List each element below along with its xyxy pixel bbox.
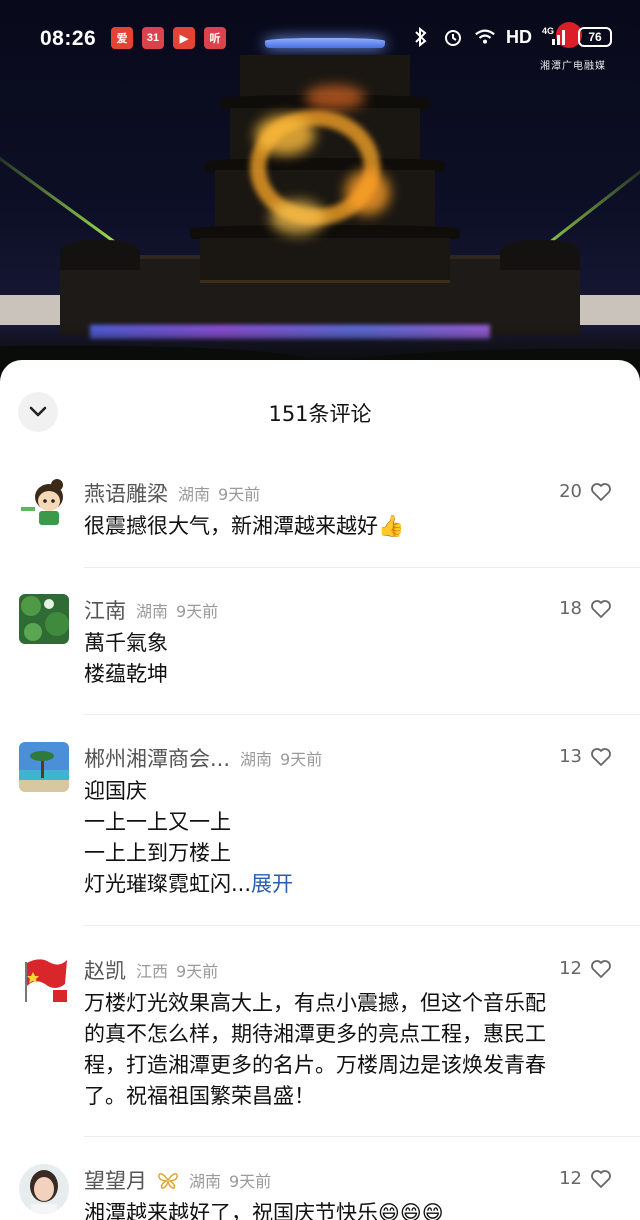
- lotus-avatar[interactable]: [19, 594, 69, 644]
- flag-avatar[interactable]: [19, 954, 69, 1004]
- watermark: 湘潭广电融媒: [540, 61, 606, 72]
- comment-line: 湘潭越来越好了，祝国庆节快乐😄😄😄: [84, 1201, 444, 1220]
- status-bar: 08:26 爱 31 ▶ 听 HD 4G 76 湘潭广电融媒: [0, 0, 640, 80]
- comment-sheet-header: 151条评论: [0, 360, 640, 460]
- expand-link[interactable]: 展开: [251, 872, 293, 896]
- comment-time: 9天前: [218, 485, 261, 504]
- comment-meta: 望望月 湖南 9天前: [84, 1162, 612, 1198]
- comment-item[interactable]: 郴州湘潭商会... 湖南 9天前 13 迎国庆 一上一上又一上 一上上到万楼上 …: [0, 740, 640, 900]
- cartoon-girl-avatar[interactable]: [19, 477, 69, 527]
- beach-avatar[interactable]: [19, 742, 69, 792]
- cell-label: 4G: [542, 26, 555, 36]
- commenter-location: 湖南: [136, 602, 169, 621]
- comment-text: 很震撼很大气，新湘潭越来越好👍: [84, 511, 612, 542]
- heart-icon: [591, 599, 611, 618]
- comment-text: 迎国庆 一上一上又一上 一上上到万楼上 灯光璀璨霓虹闪...展开: [84, 776, 612, 900]
- like-button[interactable]: 12: [559, 1168, 612, 1189]
- comment-meta: 郴州湘潭商会... 湖南 9天前: [84, 740, 612, 776]
- comment-line: 萬千氣象: [84, 631, 168, 655]
- comment-line: 灯光璀璨霓虹闪...: [84, 872, 252, 896]
- wifi-icon: [474, 26, 496, 48]
- like-count: 20: [559, 481, 582, 502]
- comment-time: 9天前: [229, 1172, 272, 1191]
- heart-icon: [591, 959, 611, 978]
- side-building-left: [0, 295, 60, 325]
- commenter-name[interactable]: 燕语雕梁: [84, 478, 168, 508]
- comment-line: 楼蕴乾坤: [84, 662, 168, 686]
- video-frame[interactable]: 08:26 爱 31 ▶ 听 HD 4G 76 湘潭广电融媒: [0, 0, 640, 380]
- comment-count-title: 151条评论: [268, 402, 372, 426]
- laser-beam-left: [0, 150, 129, 253]
- comment-meta: 赵凯 江西 9天前: [84, 952, 612, 988]
- battery-icon: 76: [578, 27, 612, 47]
- comment-time: 9天前: [176, 962, 219, 981]
- comment-sheet: 151条评论 燕语雕梁 湖南 9天前 20 很震撼很大气，新湘潭越来越好👍 江南…: [0, 360, 640, 1220]
- comment-time: 9天前: [176, 602, 219, 621]
- comment-line: 一上一上又一上: [84, 810, 231, 834]
- butterfly-badge-icon: [157, 1171, 179, 1189]
- comment-item[interactable]: 望望月 湖南 9天前 12 湘潭越来越好了，祝国庆节快乐😄😄😄: [0, 1162, 640, 1220]
- comment-line: 万楼灯光效果高大上，有点小震撼，但这个音乐配: [84, 991, 546, 1015]
- commenter-location: 湖南: [178, 485, 211, 504]
- comment-text: 湘潭越来越好了，祝国庆节快乐😄😄😄: [84, 1198, 612, 1220]
- wing-roof-left: [60, 240, 140, 270]
- bluetooth-icon: [410, 26, 432, 48]
- like-count: 12: [559, 1168, 582, 1189]
- commenter-name[interactable]: 江南: [84, 595, 126, 625]
- comment-text: 万楼灯光效果高大上，有点小震撼，但这个音乐配 的真不怎么样，期待湘潭更多的亮点工…: [84, 988, 612, 1112]
- listen-notification-icon: 听: [204, 27, 226, 49]
- side-building-right: [575, 295, 640, 325]
- like-count: 13: [559, 746, 582, 767]
- commenter-location: 江西: [136, 962, 169, 981]
- comment-time: 9天前: [280, 750, 323, 769]
- clock: 08:26: [40, 27, 97, 50]
- hd-label: HD: [506, 26, 532, 47]
- comment-meta: 燕语雕梁 湖南 9天前: [84, 475, 612, 511]
- commenter-name[interactable]: 郴州湘潭商会...: [84, 743, 230, 773]
- commenter-name[interactable]: 赵凯: [84, 955, 126, 985]
- comment-item[interactable]: 赵凯 江西 9天前 12 万楼灯光效果高大上，有点小震撼，但这个音乐配 的真不怎…: [0, 952, 640, 1112]
- divider: [84, 567, 640, 568]
- video-notification-icon: ▶: [173, 27, 195, 49]
- divider: [84, 714, 640, 715]
- system-indicators: HD 4G 76: [410, 26, 612, 48]
- cell-signal-icon: 4G: [542, 26, 568, 48]
- like-count: 12: [559, 958, 582, 979]
- divider: [84, 925, 640, 926]
- like-count: 18: [559, 598, 582, 619]
- comment-line: 的真不怎么样，期待湘潭更多的亮点工程，惠民工: [84, 1022, 546, 1046]
- calendar-notification-icon: 31: [142, 27, 164, 49]
- comment-line: 很震撼很大气，新湘潭越来越好👍: [84, 514, 405, 538]
- alarm-icon: [442, 26, 464, 48]
- comment-line-last: 灯光璀璨霓虹闪...展开: [84, 869, 612, 900]
- comment-line: 了。祝福祖国繁荣昌盛！: [84, 1084, 315, 1108]
- heart-icon: [591, 747, 611, 766]
- divider: [84, 1136, 640, 1137]
- comment-text: 萬千氣象 楼蕴乾坤: [84, 628, 612, 690]
- like-button[interactable]: 12: [559, 958, 612, 979]
- comment-meta: 江南 湖南 9天前: [84, 592, 612, 628]
- girl-photo-avatar[interactable]: [19, 1164, 69, 1214]
- comment-item[interactable]: 江南 湖南 9天前 18 萬千氣象 楼蕴乾坤: [0, 592, 640, 690]
- comment-item[interactable]: 燕语雕梁 湖南 9天前 20 很震撼很大气，新湘潭越来越好👍: [0, 475, 640, 542]
- like-button[interactable]: 20: [559, 481, 612, 502]
- app-notification-icon: 爱: [111, 27, 133, 49]
- like-button[interactable]: 18: [559, 598, 612, 619]
- comment-line: 一上上到万楼上: [84, 841, 231, 865]
- commenter-name[interactable]: 望望月: [84, 1165, 147, 1195]
- wing-roof-right: [500, 240, 580, 270]
- heart-icon: [591, 1169, 611, 1188]
- comment-line: 程，打造湘潭更多的名片。万楼周边是该焕发青春: [84, 1053, 546, 1077]
- notification-icons: 爱 31 ▶ 听: [111, 27, 226, 49]
- commenter-location: 湖南: [240, 750, 273, 769]
- like-button[interactable]: 13: [559, 746, 612, 767]
- comment-line: 迎国庆: [84, 779, 147, 803]
- commenter-location: 湖南: [189, 1172, 222, 1191]
- heart-icon: [591, 482, 611, 501]
